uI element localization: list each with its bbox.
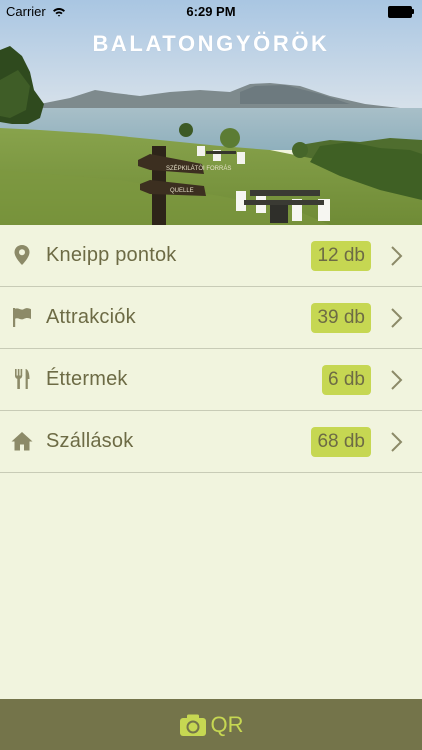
list-item-label: Éttermek: [46, 368, 128, 390]
list-item-label: Attrakciók: [46, 306, 136, 328]
list-item-label: Kneipp pontok: [46, 244, 177, 266]
house-icon: [11, 432, 33, 451]
sign-text-2: QUELLE: [170, 188, 194, 194]
page-title: BALATONGYÖRÖK: [92, 31, 330, 56]
hero-image: SZÉPKILÁTÓI FORRÁS QUELLE BALATONGYÖRÖK: [0, 0, 422, 225]
list-item-kneipp[interactable]: Kneipp pontok 12 db: [0, 225, 422, 287]
battery-icon: [388, 6, 414, 18]
list-item-restaurants[interactable]: Éttermek 6 db: [0, 349, 422, 411]
fork-knife-icon: [15, 369, 30, 389]
qr-label: QR: [210, 711, 244, 737]
sign-text-1: SZÉPKILÁTÓI FORRÁS: [166, 165, 231, 172]
camera-icon: [179, 714, 206, 736]
category-list: Kneipp pontok 12 db Attrakciók 39 db Étt…: [0, 225, 422, 473]
chevron-right-icon: [391, 370, 403, 390]
chevron-right-icon: [391, 246, 403, 266]
qr-scan-button[interactable]: QR: [0, 699, 422, 750]
chevron-right-icon: [391, 308, 403, 328]
flag-icon: [13, 308, 31, 327]
count-badge: 39 db: [311, 303, 371, 333]
qr-button-content: QR: [179, 712, 244, 738]
count-badge: 68 db: [311, 427, 371, 457]
list-item-label: Szállások: [46, 430, 134, 452]
count-badge: 6 db: [322, 365, 371, 395]
chevron-right-icon: [391, 432, 403, 452]
status-bar: Carrier 6:29 PM: [0, 0, 422, 22]
battery-indicator: [388, 6, 414, 18]
list-item-accommodations[interactable]: Szállások 68 db: [0, 411, 422, 473]
location-pin-icon: [14, 245, 30, 265]
list-item-attractions[interactable]: Attrakciók 39 db: [0, 287, 422, 349]
status-time: 6:29 PM: [186, 4, 236, 19]
count-badge: 12 db: [311, 241, 371, 271]
